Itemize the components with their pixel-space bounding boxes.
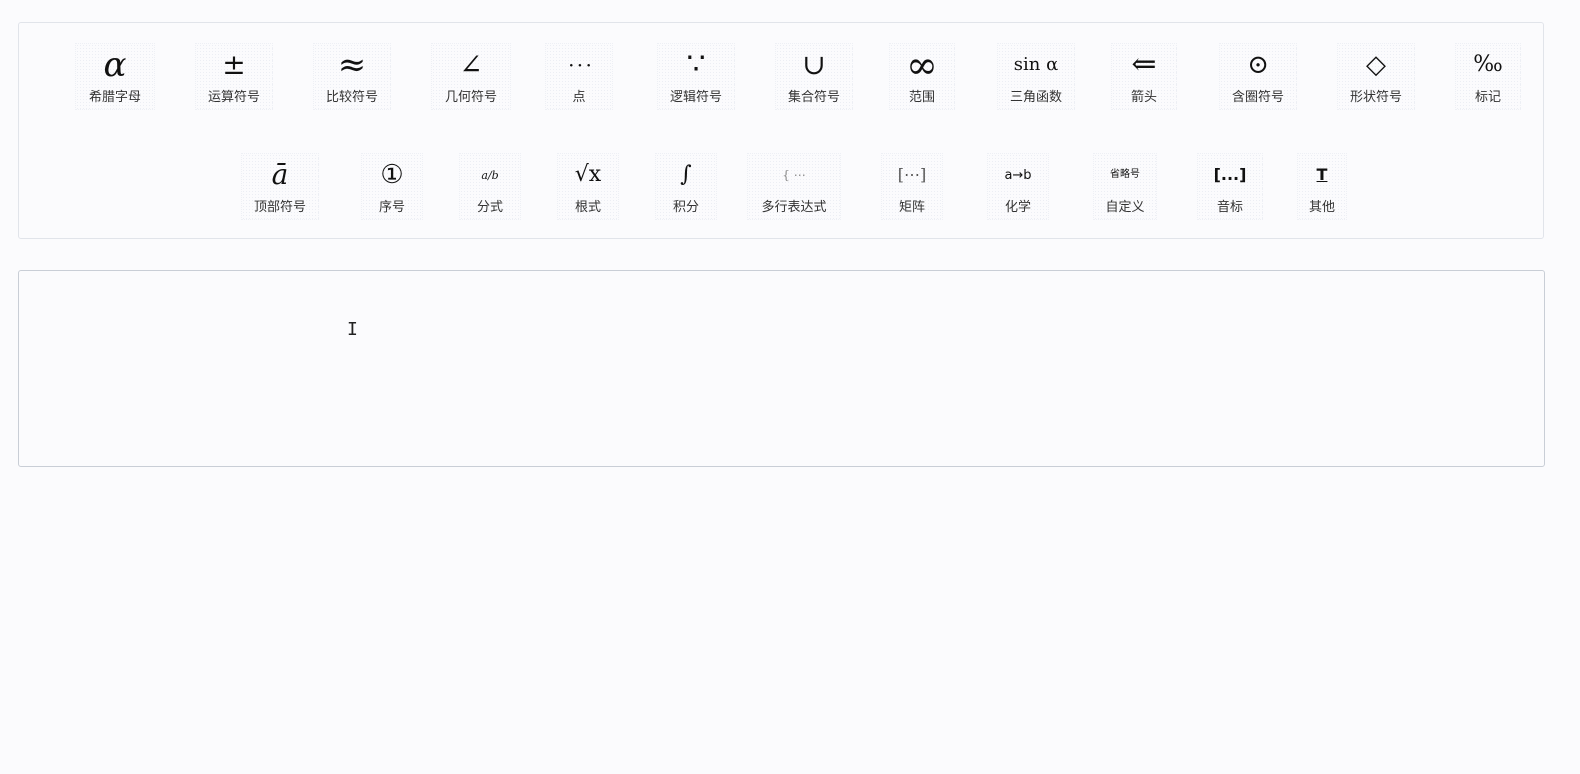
- category-greek-letters[interactable]: α 希腊字母: [75, 43, 155, 110]
- category-label: 矩阵: [898, 200, 925, 215]
- category-label: 顶部符号: [253, 200, 306, 215]
- category-label: 希腊字母: [88, 90, 141, 105]
- symbol-toolbar: α 希腊字母 ± 运算符号 ≈ 比较符号 ∠ 几何符号 · · · 点 ∵ 逻辑…: [18, 22, 1544, 239]
- approx-icon: ≈: [337, 45, 367, 85]
- sqrt-icon: √x: [574, 162, 602, 187]
- category-label: 范围: [908, 90, 935, 105]
- category-range[interactable]: ∞ 范围: [889, 43, 955, 110]
- symbol-category-row-2: ā 顶部符号 ① 序号 a/b 分式 √x 根式 ∫ 积分 { ⋯ 多行表达式 …: [19, 153, 1580, 220]
- circled-one-icon: ①: [380, 160, 404, 190]
- category-label: 多行表达式: [761, 200, 827, 215]
- category-label: 几何符号: [444, 90, 497, 105]
- symbol-category-row-1: α 希腊字母 ± 运算符号 ≈ 比较符号 ∠ 几何符号 · · · 点 ∵ 逻辑…: [19, 43, 1580, 110]
- dots-icon: · · ·: [568, 53, 592, 77]
- category-other[interactable]: T 其他: [1297, 153, 1347, 220]
- category-geometry[interactable]: ∠ 几何符号: [431, 43, 511, 110]
- category-multiline[interactable]: { ⋯ 多行表达式: [747, 153, 841, 220]
- category-label: 点: [572, 90, 586, 105]
- matrix-icon: [⋯]: [897, 165, 927, 184]
- category-numbering[interactable]: ① 序号: [361, 153, 423, 220]
- custom-icon: 省略号: [1110, 169, 1140, 180]
- category-logic[interactable]: ∵ 逻辑符号: [657, 43, 735, 110]
- infinity-icon: ∞: [906, 43, 938, 87]
- multiline-expression-icon: { ⋯: [782, 168, 806, 182]
- fraction-icon: a/b: [481, 168, 499, 182]
- category-phonetic[interactable]: [...] 音标: [1197, 153, 1263, 220]
- text-cursor-icon: I: [347, 319, 358, 340]
- category-comparison[interactable]: ≈ 比较符号: [313, 43, 391, 110]
- chemistry-arrow-icon: a→b: [1004, 167, 1032, 183]
- category-label: 积分: [672, 200, 699, 215]
- category-label: 运算符号: [207, 90, 260, 105]
- category-label: 标记: [1474, 90, 1501, 105]
- other-text-icon: T: [1316, 165, 1328, 184]
- category-shapes[interactable]: ◇ 形状符号: [1337, 43, 1415, 110]
- category-label: 三角函数: [1009, 90, 1062, 105]
- category-label: 分式: [476, 200, 503, 215]
- per-mille-icon: ‰: [1473, 52, 1503, 77]
- phonetic-icon: [...]: [1213, 165, 1247, 184]
- category-marks[interactable]: ‰ 标记: [1455, 43, 1521, 110]
- union-icon: ∪: [802, 48, 826, 81]
- formula-editor-input[interactable]: I: [18, 270, 1545, 467]
- category-trigonometry[interactable]: sin α 三角函数: [997, 43, 1075, 110]
- category-label: 比较符号: [325, 90, 378, 105]
- category-radicals[interactable]: √x 根式: [557, 153, 619, 220]
- category-custom[interactable]: 省略号 自定义: [1093, 153, 1157, 220]
- category-label: 其他: [1308, 200, 1335, 215]
- category-label: 形状符号: [1349, 90, 1402, 105]
- diamond-icon: ◇: [1366, 50, 1386, 80]
- category-arrows[interactable]: ⇐ 箭头: [1111, 43, 1177, 110]
- category-label: 序号: [378, 200, 405, 215]
- left-double-arrow-icon: ⇐: [1131, 47, 1157, 82]
- category-operators[interactable]: ± 运算符号: [195, 43, 273, 110]
- bar-a-icon: ā: [271, 158, 289, 191]
- because-icon: ∵: [686, 47, 706, 82]
- alpha-icon: α: [103, 45, 127, 85]
- category-matrix[interactable]: [⋯] 矩阵: [881, 153, 943, 220]
- category-label: 自定义: [1105, 200, 1145, 215]
- angle-icon: ∠: [459, 48, 483, 81]
- category-top-accents[interactable]: ā 顶部符号: [241, 153, 319, 220]
- category-integrals[interactable]: ∫ 积分: [655, 153, 717, 220]
- category-label: 集合符号: [787, 90, 840, 105]
- category-label: 化学: [1004, 200, 1031, 215]
- category-sets[interactable]: ∪ 集合符号: [775, 43, 853, 110]
- category-label: 根式: [574, 200, 601, 215]
- category-circled[interactable]: ⊙ 含圈符号: [1219, 43, 1297, 110]
- category-label: 逻辑符号: [669, 90, 722, 105]
- category-label: 含圈符号: [1231, 90, 1284, 105]
- circled-dot-icon: ⊙: [1247, 50, 1269, 80]
- integral-icon: ∫: [680, 162, 692, 187]
- plus-minus-icon: ±: [222, 48, 246, 81]
- sine-icon: sin α: [1013, 54, 1059, 75]
- category-chemistry[interactable]: a→b 化学: [987, 153, 1049, 220]
- category-label: 箭头: [1130, 90, 1157, 105]
- category-dots[interactable]: · · · 点: [545, 43, 613, 110]
- category-label: 音标: [1216, 200, 1243, 215]
- category-fractions[interactable]: a/b 分式: [459, 153, 521, 220]
